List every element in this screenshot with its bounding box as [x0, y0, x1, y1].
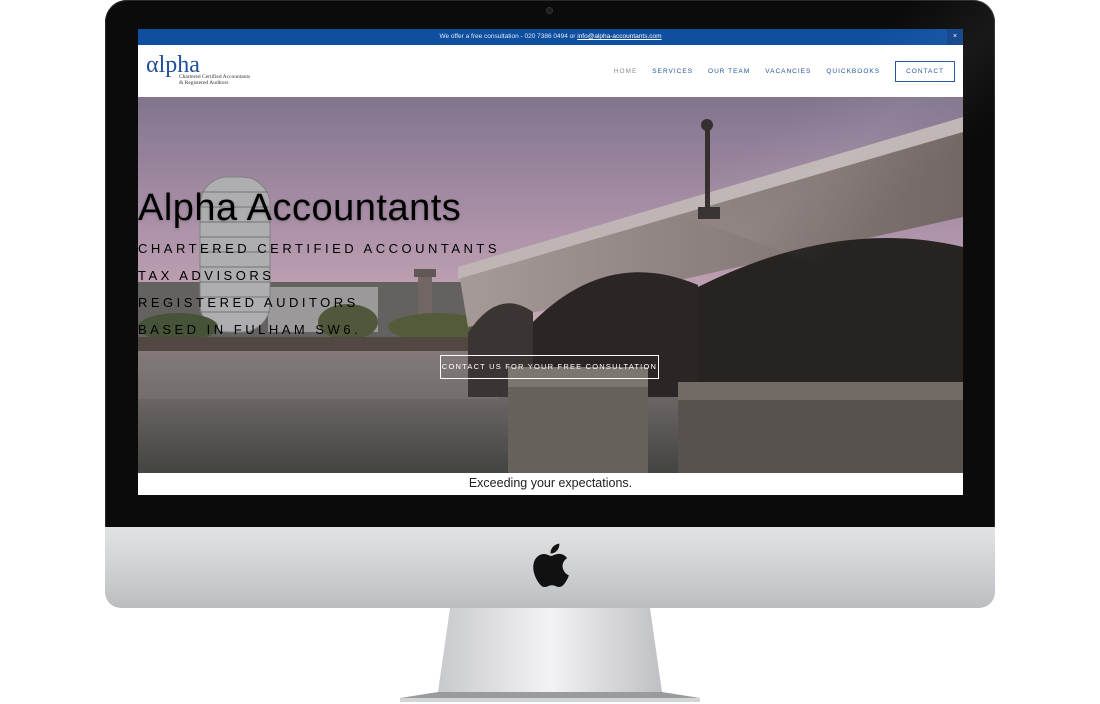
nav-services[interactable]: SERVICES [652, 68, 693, 75]
nav-home[interactable]: HOME [614, 68, 638, 75]
announcement-bar: We offer a free consultation - 020 7386 … [138, 29, 963, 45]
main-nav: HOME SERVICES OUR TEAM VACANCIES QUICKBO… [599, 60, 955, 82]
announcement-text: We offer a free consultation - 020 7386 … [439, 33, 578, 40]
logo-subtitle-2: & Registered Auditors [179, 80, 229, 86]
announcement-email-link[interactable]: info@alpha-accountants.com [577, 33, 661, 40]
close-icon[interactable]: × [947, 29, 963, 45]
hero-title: Alpha Accountants [138, 187, 462, 229]
hero-line-2: TAX ADVISORS [138, 268, 275, 283]
apple-logo-icon [533, 543, 569, 587]
tagline: Exceeding your expectations. [468, 476, 633, 490]
nav-vacancies[interactable]: VACANCIES [765, 68, 811, 75]
hero-line-4: BASED IN FULHAM SW6. [138, 322, 362, 337]
site-logo[interactable]: αlpha Chartered Certified Accountants & … [146, 53, 276, 89]
hero-banner: Alpha Accountants CHARTERED CERTIFIED AC… [138, 97, 963, 473]
hero-line-3: REGISTERED AUDITORS [138, 295, 359, 310]
nav-contact-button[interactable]: CONTACT [895, 60, 955, 82]
monitor-stand [400, 608, 700, 702]
free-consultation-button[interactable]: CONTACT US FOR YOUR FREE CONSULTATION [440, 355, 659, 379]
site-header: αlpha Chartered Certified Accountants & … [138, 45, 963, 97]
camera-dot [546, 7, 553, 14]
hero-line-1: CHARTERED CERTIFIED ACCOUNTANTS [138, 241, 501, 256]
hero-background-image [138, 97, 963, 473]
nav-quickbooks[interactable]: QUICKBOOKS [826, 68, 880, 75]
website-screen: We offer a free consultation - 020 7386 … [138, 29, 963, 495]
nav-our-team[interactable]: OUR TEAM [708, 68, 750, 75]
